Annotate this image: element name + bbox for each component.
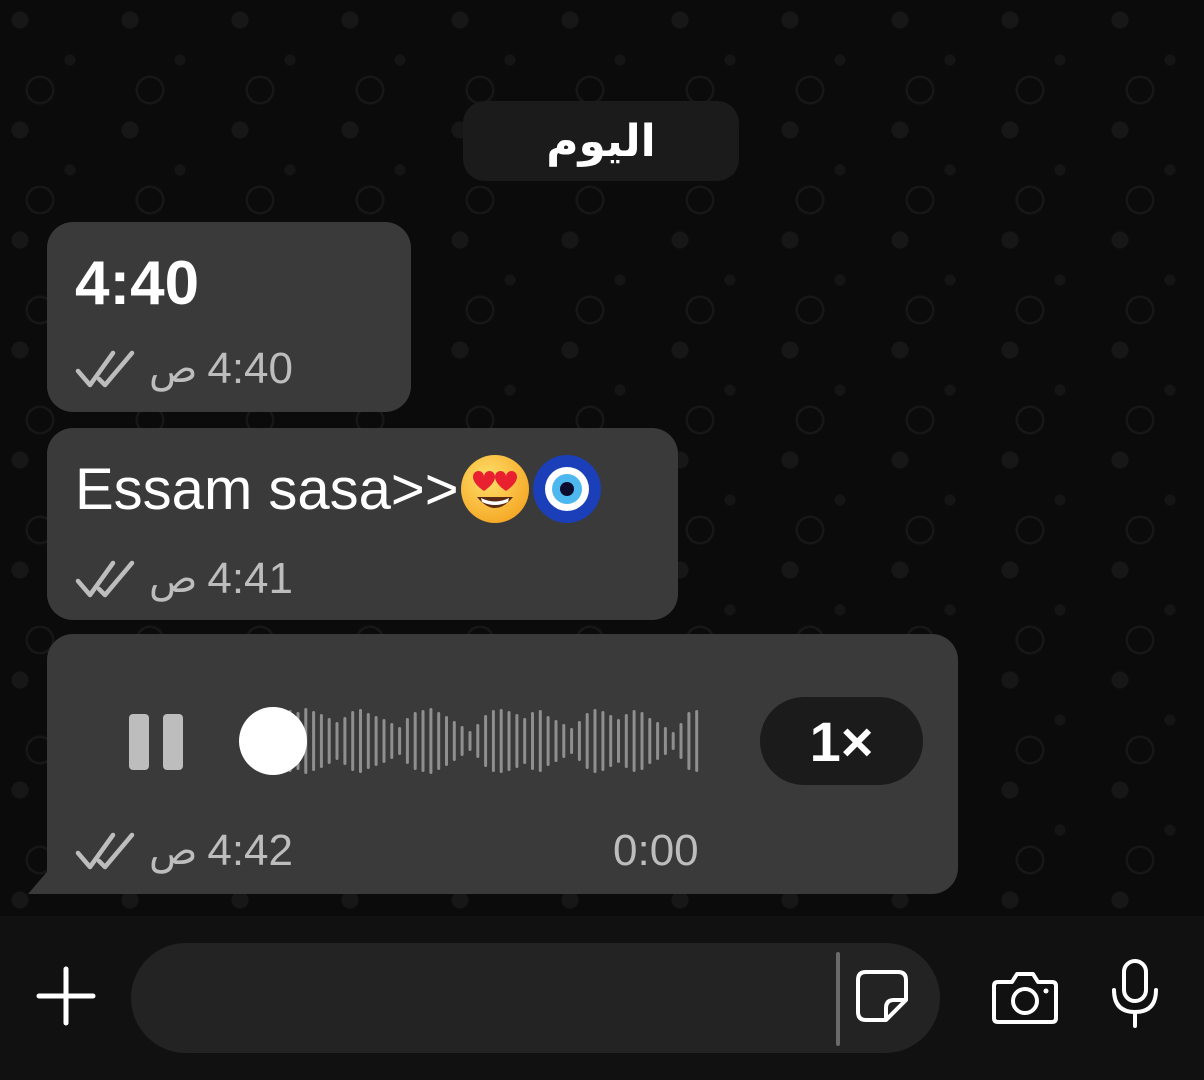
ampm-label: ص (149, 829, 198, 873)
message-text: Essam sasa>> (75, 453, 603, 525)
voice-waveform[interactable] (272, 706, 702, 776)
waveform-bar (390, 723, 394, 759)
mic-icon[interactable] (1108, 958, 1162, 1030)
message-time: 4:41 (207, 554, 293, 603)
waveform-bar (523, 718, 527, 764)
message-meta: ص 4:42 (75, 826, 293, 876)
waveform-bar (687, 712, 691, 770)
waveform-bar (452, 721, 456, 761)
waveform-bar (398, 727, 402, 755)
playback-scrubber[interactable] (239, 707, 307, 775)
waveform-bar (679, 723, 683, 759)
waveform-bar (624, 714, 628, 768)
waveform-bar (468, 731, 472, 751)
waveform-bar (640, 712, 644, 770)
waveform-bar (507, 711, 511, 771)
waveform-bar (531, 712, 534, 770)
waveform-bar (312, 711, 316, 771)
ampm-label: ص (149, 557, 198, 601)
waveform-bar (609, 715, 613, 767)
waveform-bar (546, 716, 550, 766)
playback-speed-button[interactable]: 1× (760, 697, 923, 785)
waveform-bar (319, 714, 323, 768)
sticker-icon[interactable] (852, 966, 912, 1026)
voice-message-bubble[interactable]: 1× 0:00 ص 4:42 (47, 634, 958, 894)
waveform-bar (499, 709, 503, 773)
voice-duration: 0:00 (613, 826, 699, 875)
message-text: 4:40 (75, 249, 200, 318)
waveform-bar (343, 717, 347, 765)
waveform-bar (601, 711, 605, 771)
waveform-bar (593, 709, 597, 773)
waveform-bar (632, 710, 636, 772)
text-cursor (836, 952, 840, 1046)
waveform-bar (554, 720, 558, 762)
nazar-amulet-emoji (531, 453, 603, 525)
plus-icon[interactable] (36, 966, 96, 1026)
double-check-icon (75, 559, 139, 599)
waveform-bar (382, 719, 386, 763)
waveform-bar (671, 732, 675, 750)
waveform-bar (656, 722, 660, 760)
message-meta: ص 4:41 (75, 554, 293, 604)
double-check-icon (75, 349, 139, 389)
double-check-icon (75, 831, 139, 871)
waveform-bar (695, 710, 699, 772)
message-time: 4:40 (207, 344, 293, 393)
waveform-bar (562, 724, 566, 758)
waveform-bar (577, 721, 581, 761)
waveform-bar (327, 718, 331, 764)
waveform-bar (445, 716, 448, 766)
message-input[interactable] (131, 943, 940, 1053)
waveform-bar (515, 714, 519, 768)
waveform-bar (421, 710, 425, 772)
pause-icon[interactable] (127, 712, 185, 770)
waveform-bar (663, 727, 667, 755)
waveform-bar (476, 724, 480, 758)
waveform-bar (437, 712, 441, 770)
ampm-label: ص (149, 347, 198, 391)
waveform-bar (585, 713, 589, 769)
waveform-bar (491, 710, 495, 772)
message-bubble[interactable]: Essam sasa>> ص 4:41 (47, 428, 678, 620)
heart-eyes-emoji (459, 453, 531, 525)
waveform-bar (617, 719, 620, 763)
message-meta: ص 4:40 (75, 344, 293, 394)
waveform-bar (335, 722, 339, 760)
waveform-bar (460, 726, 464, 756)
waveform-bar (570, 728, 574, 754)
waveform-bar (538, 710, 542, 772)
waveform-bar (429, 708, 433, 774)
message-bubble[interactable]: 4:40 ص 4:40 (47, 222, 411, 412)
camera-icon[interactable] (990, 968, 1060, 1028)
waveform-bar (366, 713, 370, 769)
message-text-content: Essam sasa>> (75, 457, 459, 522)
waveform-bar (648, 718, 652, 764)
waveform-bar (374, 716, 378, 766)
message-time: 4:42 (207, 826, 293, 875)
waveform-bar (405, 718, 409, 764)
waveform-bar (351, 711, 355, 771)
waveform-bar (484, 715, 488, 767)
waveform-bar (359, 709, 362, 773)
waveform-bar (413, 712, 417, 770)
date-separator: اليوم (463, 101, 739, 181)
